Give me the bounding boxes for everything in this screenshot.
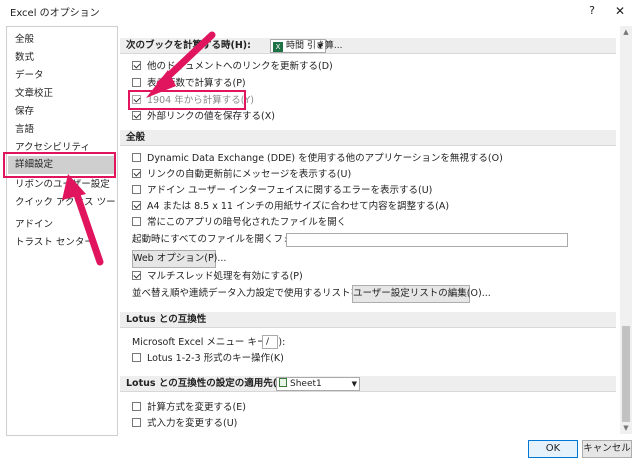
chevron-down-icon: ▼: [317, 42, 323, 50]
addin-errors-label: アドイン ユーザー インターフェイスに関するエラーを表示する(U): [147, 185, 433, 196]
excel-workbook-icon: X: [273, 42, 283, 52]
formula-eval-label: 計算方式を変更する(E): [147, 402, 246, 413]
checkbox-icon[interactable]: [132, 402, 141, 411]
chevron-down-icon: ▼: [351, 380, 357, 388]
formula-entry-label: 式入力を変更する(U): [147, 418, 238, 429]
workbook-select-value: 時間 引き算...: [286, 41, 343, 51]
web-options-button[interactable]: Web オプション(P)...: [132, 250, 226, 268]
checkbox-icon[interactable]: [132, 418, 141, 427]
lotus-nav-label: Lotus 1-2-3 形式のキー操作(K): [147, 353, 284, 364]
window-title: Excel のオプション: [10, 8, 100, 19]
checkbox-icon[interactable]: [132, 61, 141, 70]
close-button[interactable]: ✕: [611, 2, 629, 20]
checkbox-transition-formula-eval[interactable]: 計算方式を変更する(E): [132, 401, 246, 415]
section-general: 全般: [120, 130, 616, 146]
worksheet-icon: [279, 378, 287, 387]
sidebar-item-language[interactable]: 言語: [8, 121, 116, 139]
options-panel: 次のブックを計算する時(H): X 時間 引き算... ▼ 他のドキュメントへのリン…: [120, 26, 628, 434]
scale-paper-label: A4 または 8.5 x 11 インチの用紙サイズに合わせて内容を調整する(A): [147, 201, 450, 212]
scroll-up-arrow-icon[interactable]: ▲: [620, 26, 632, 38]
checkbox-icon[interactable]: [132, 201, 141, 210]
sidebar-item-general[interactable]: 全般: [8, 31, 116, 49]
menu-key-input[interactable]: /: [262, 335, 278, 349]
checkbox-save-external-links[interactable]: 外部リンクの値を保存する(X): [132, 110, 275, 124]
section-workbook-calc: 次のブックを計算する時(H):: [120, 38, 616, 54]
open-encrypted-label: 常にこのアプリの暗号化されたファイルを開く: [147, 217, 347, 228]
scroll-down-arrow-icon[interactable]: ▼: [620, 422, 632, 434]
sidebar-item-formulas[interactable]: 数式: [8, 49, 116, 67]
help-button[interactable]: ?: [583, 2, 601, 20]
sidebar-highlight-box: [3, 152, 116, 178]
checkbox-scale-paper[interactable]: A4 または 8.5 x 11 インチの用紙サイズに合わせて内容を調整する(A): [132, 200, 449, 214]
checkbox-icon[interactable]: [132, 353, 141, 362]
checkbox-show-addin-errors[interactable]: アドイン ユーザー インターフェイスに関するエラーを表示する(U): [132, 184, 432, 198]
workbook-select[interactable]: X 時間 引き算... ▼: [270, 39, 342, 53]
checkbox-multithread[interactable]: マルチスレッド処理を有効にする(P): [132, 270, 303, 284]
checkbox-open-encrypted[interactable]: 常にこのアプリの暗号化されたファイルを開く: [132, 216, 346, 230]
sidebar-item-quick-access-toolbar[interactable]: クイック アクセス ツール バー: [8, 194, 116, 212]
sheet-select[interactable]: Sheet1 ▼: [276, 377, 360, 391]
startup-folder-input[interactable]: [286, 233, 568, 247]
checkbox-ask-update-links[interactable]: リンクの自動更新前にメッセージを表示する(U): [132, 168, 351, 182]
section-lotus-compat: Lotus との互換性: [120, 312, 616, 328]
checkbox-icon[interactable]: [132, 169, 141, 178]
ok-button[interactable]: OK: [528, 440, 578, 458]
sheet-select-value: Sheet1: [290, 379, 322, 389]
checkbox-lotus-nav-keys[interactable]: Lotus 1-2-3 形式のキー操作(K): [132, 352, 284, 366]
section-workbook-title: 次のブックを計算する時(H):: [126, 40, 251, 51]
checkbox-icon[interactable]: [132, 185, 141, 194]
precision-label: 表示桁数で計算する(P): [147, 78, 246, 89]
checkbox-icon[interactable]: [132, 78, 141, 87]
section-lotus-settings-title: Lotus との互換性の設定の適用先(L):: [126, 378, 292, 389]
section-lotus-settings: Lotus との互換性の設定の適用先(L):: [120, 376, 616, 392]
edit-custom-lists-button[interactable]: ユーザー設定リストの編集(O)...: [352, 285, 491, 303]
update-links-label: 他のドキュメントへのリンクを更新する(D): [147, 61, 333, 72]
checkbox-icon[interactable]: [132, 111, 141, 120]
checkbox-update-links[interactable]: 他のドキュメントへのリンクを更新する(D): [132, 60, 333, 74]
scroll-thumb[interactable]: [622, 326, 630, 422]
ignore-dde-label: Dynamic Data Exchange (DDE) を使用する他のアプリケー…: [147, 153, 503, 164]
ask-update-label: リンクの自動更新前にメッセージを表示する(U): [147, 169, 352, 180]
checkbox-ignore-dde[interactable]: Dynamic Data Exchange (DDE) を使用する他のアプリケー…: [132, 152, 503, 166]
save-links-label: 外部リンクの値を保存する(X): [147, 111, 275, 122]
multithread-label: マルチスレッド処理を有効にする(P): [147, 271, 303, 282]
sidebar-item-customize-ribbon[interactable]: リボンのユーザー設定: [8, 176, 116, 194]
sidebar: 全般 数式 データ 文章校正 保存 言語 アクセシビリティ 詳細設定 リボンのユ…: [6, 26, 118, 436]
checkbox-precision-as-displayed[interactable]: 表示桁数で計算する(P): [132, 77, 246, 91]
checkbox-transition-formula-entry[interactable]: 式入力を変更する(U): [132, 417, 237, 431]
date-1904-highlight-box: [128, 90, 246, 110]
sidebar-item-addins[interactable]: アドイン: [8, 216, 116, 234]
section-general-title: 全般: [126, 132, 146, 143]
sidebar-item-proofing[interactable]: 文章校正: [8, 85, 116, 103]
checkbox-icon[interactable]: [132, 217, 141, 226]
sidebar-item-trust-center[interactable]: トラスト センター: [8, 234, 116, 252]
title-bar: Excel のオプション ? ✕: [0, 0, 640, 22]
checkbox-icon[interactable]: [132, 153, 141, 162]
checkbox-icon[interactable]: [132, 271, 141, 280]
sidebar-item-save[interactable]: 保存: [8, 103, 116, 121]
section-lotus-title: Lotus との互換性: [126, 314, 207, 325]
sidebar-item-data[interactable]: データ: [8, 67, 116, 85]
cancel-button[interactable]: キャンセル: [582, 440, 632, 458]
vertical-scrollbar[interactable]: ▲ ▼: [620, 26, 632, 434]
